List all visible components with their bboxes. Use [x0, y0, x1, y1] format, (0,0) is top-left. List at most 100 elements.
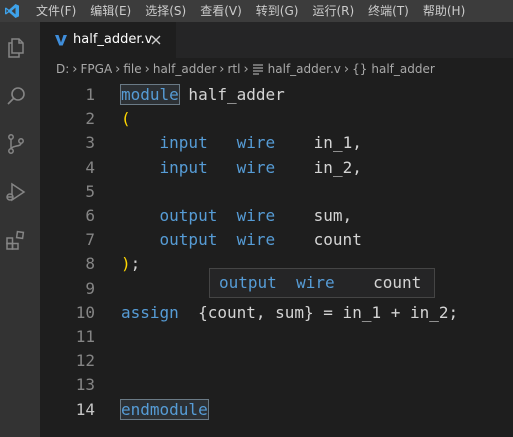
code-text: assign {count, sum} = in_1 + in_2;: [121, 301, 458, 325]
line-number: 11: [75, 327, 95, 346]
line-number: 3: [85, 133, 95, 153]
line-number: 9: [85, 278, 95, 298]
tab-title: half_adder.v: [73, 32, 153, 47]
chevron-right-icon: ›: [219, 61, 225, 77]
line-number: 8: [85, 254, 95, 274]
line-number: 13: [75, 375, 95, 395]
code-text: module half_adder: [120, 83, 285, 107]
code-token: half_adder: [178, 85, 285, 104]
code-line: 3 input wire in_1,: [40, 131, 513, 155]
breadcrumb-item-drive[interactable]: D:: [56, 62, 69, 76]
line-number: 2: [85, 109, 95, 129]
code-line: 7 output wire count: [40, 228, 513, 252]
chevron-right-icon: ›: [343, 61, 350, 77]
code-keyword: input: [121, 133, 208, 153]
code-keyword: output: [121, 206, 218, 225]
line-number: 7: [85, 230, 95, 250]
tab-half-adder[interactable]: half_adder.v: [40, 22, 176, 58]
code-line: 14 endmodule: [40, 398, 513, 422]
code-line: 12: [40, 349, 513, 373]
code-keyword: wire: [236, 230, 276, 250]
code-text: endmodule: [120, 398, 209, 422]
code-text: output wire sum,: [121, 204, 353, 228]
vscode-logo-icon[interactable]: [4, 3, 20, 19]
code-token: in_2,: [275, 157, 362, 177]
code-token: count: [275, 230, 362, 250]
code-keyword: assign: [121, 302, 179, 322]
menu-item[interactable]: 编辑(E): [90, 0, 131, 22]
menu-item[interactable]: 运行(R): [312, 0, 354, 22]
code-keyword: output: [219, 273, 277, 292]
extensions-icon[interactable]: [4, 228, 28, 252]
menu-item[interactable]: 文件(F): [36, 0, 76, 22]
line-number: 5: [85, 181, 95, 201]
explorer-icon[interactable]: [4, 36, 28, 60]
code-line: 11: [40, 325, 513, 349]
code-keyword: wire: [236, 206, 276, 225]
tab-bar: half_adder.v: [40, 22, 513, 58]
line-number: 14: [75, 399, 95, 419]
line-number: 4: [85, 157, 95, 177]
code-keyword: input: [121, 157, 208, 177]
breadcrumb-item-file[interactable]: file: [123, 62, 141, 76]
code-text: input wire in_2,: [121, 156, 362, 180]
breadcrumb-item-module[interactable]: half_adder: [371, 62, 434, 76]
close-icon[interactable]: [148, 32, 164, 48]
activity-bar: [0, 22, 40, 437]
breadcrumb-item-rtl[interactable]: rtl: [227, 62, 240, 76]
code-line: 5: [40, 180, 513, 204]
menu-bar: 文件(F) 编辑(E) 选择(S) 查看(V) 转到(G) 运行(R) 终端(T) 帮助(H): [0, 0, 513, 22]
chevron-right-icon: ›: [243, 61, 249, 77]
menu-item[interactable]: 转到(G): [256, 0, 299, 22]
file-lines-icon: [252, 64, 263, 75]
code-keyword: wire: [296, 273, 335, 292]
line-number: 6: [85, 206, 95, 225]
code-line: 13: [40, 373, 513, 397]
code-line: 1 module half_adder: [40, 83, 513, 107]
hover-tooltip: output wire count: [209, 268, 435, 298]
line-number: 1: [85, 85, 95, 104]
code-keyword: module: [120, 84, 180, 105]
menu-list: 文件(F) 编辑(E) 选择(S) 查看(V) 转到(G) 运行(R) 终端(T) 帮助(H): [36, 0, 479, 22]
code-token: ): [121, 254, 131, 274]
code-keyword: wire: [236, 157, 276, 177]
code-text: );: [121, 252, 140, 276]
line-number: 10: [75, 302, 95, 322]
code-keyword: output: [121, 230, 218, 250]
code-token: in_1,: [275, 133, 362, 153]
breadcrumb-item-file-name[interactable]: half_adder.v: [268, 62, 341, 76]
code-line: 2(: [40, 107, 513, 131]
code-line: 10 assign {count, sum} = in_1 + in_2;: [40, 301, 513, 325]
source-control-icon[interactable]: [4, 132, 28, 156]
menu-item[interactable]: 帮助(H): [423, 0, 465, 22]
code-token: sum,: [275, 206, 353, 225]
breadcrumb: D: › FPGA › file › half_adder › rtl › ha…: [40, 58, 513, 80]
code-line: 4 input wire in_2,: [40, 156, 513, 180]
code-token: ;: [130, 254, 141, 274]
code-line: 6 output wire sum,: [40, 204, 513, 228]
breadcrumb-item-fpga[interactable]: FPGA: [81, 62, 113, 76]
menu-item[interactable]: 查看(V): [200, 0, 242, 22]
chevron-right-icon: ›: [72, 61, 78, 77]
code-text: output wire count: [121, 228, 362, 252]
code-text: input wire in_1,: [121, 131, 362, 155]
menu-item[interactable]: 终端(T): [368, 0, 409, 22]
code-keyword: wire: [236, 133, 276, 153]
chevron-right-icon: ›: [144, 61, 150, 77]
code-token: (: [121, 109, 131, 129]
code-text: (: [121, 107, 131, 131]
verilog-file-icon: [55, 35, 67, 46]
code-editor[interactable]: 1 module half_adder 2(3 input wire in_1, 4 …: [40, 80, 513, 437]
code-token: {count, sum} = in_1 + in_2;: [178, 302, 459, 322]
menu-item[interactable]: 选择(S): [145, 0, 186, 22]
chevron-right-icon: ›: [115, 61, 121, 77]
breadcrumb-item-half-adder-folder[interactable]: half_adder: [153, 62, 216, 76]
code-token: count: [334, 273, 422, 292]
run-debug-icon[interactable]: [4, 180, 28, 204]
search-icon[interactable]: [4, 84, 28, 108]
